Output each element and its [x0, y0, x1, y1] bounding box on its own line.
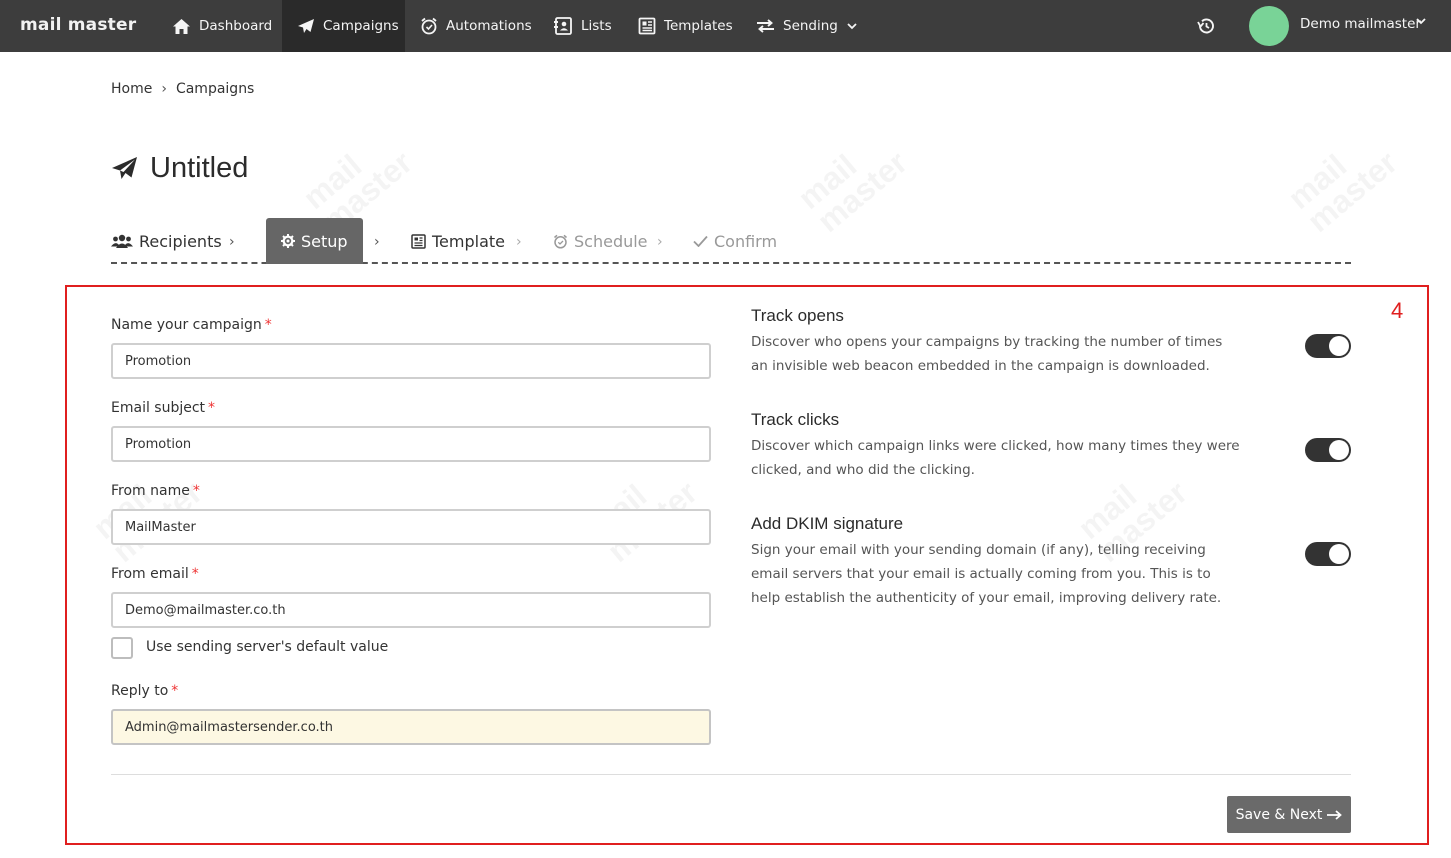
nav-campaigns[interactable]: Campaigns: [282, 0, 405, 52]
nav-lists[interactable]: Lists: [554, 0, 612, 52]
users-icon: [111, 234, 133, 248]
reply-to-input[interactable]: [111, 709, 711, 745]
nav-automations[interactable]: Automations: [420, 0, 532, 52]
nav-sending-label: Sending: [783, 18, 838, 34]
step-recipients-label: Recipients: [139, 231, 222, 251]
nav-sending[interactable]: Sending: [756, 0, 857, 52]
paper-plane-icon: [112, 157, 137, 179]
track-opens-title: Track opens: [751, 306, 844, 325]
step-chevron-icon: ›: [516, 234, 522, 250]
reply-to-label: Reply to *: [111, 683, 179, 699]
from-name-label: From name *: [111, 483, 200, 499]
nav-templates[interactable]: Templates: [638, 0, 733, 52]
dkim-toggle[interactable]: [1305, 542, 1351, 566]
newspaper-icon: [638, 17, 656, 35]
gear-icon: [281, 234, 295, 248]
required-mark: *: [264, 317, 272, 333]
nav-dashboard[interactable]: Dashboard: [172, 0, 272, 52]
form-divider: [111, 774, 1351, 775]
checkmark-icon: [693, 235, 708, 247]
step-recipients[interactable]: Recipients: [111, 218, 222, 264]
track-opens-toggle[interactable]: [1305, 334, 1351, 358]
breadcrumb-home[interactable]: Home: [111, 81, 152, 97]
home-icon: [173, 18, 190, 34]
email-subject-label: Email subject *: [111, 400, 216, 416]
step-chevron-icon: ›: [374, 234, 380, 250]
required-mark: *: [171, 683, 179, 699]
dkim-description: Sign your email with your sending domain…: [751, 542, 1222, 606]
required-mark: *: [208, 400, 216, 416]
step-chevron-icon: ›: [657, 234, 663, 250]
user-menu-name[interactable]: Demo mailmaster: [1300, 16, 1421, 32]
breadcrumb-current[interactable]: Campaigns: [176, 81, 254, 97]
breadcrumb: Home › Campaigns: [111, 81, 254, 97]
address-book-icon: [554, 17, 572, 35]
step-confirm-label: Confirm: [714, 231, 778, 251]
toggle-knob: [1329, 336, 1349, 356]
toggle-knob: [1329, 440, 1349, 460]
save-next-button[interactable]: Save & Next: [1227, 796, 1351, 833]
breadcrumb-separator: ›: [161, 81, 167, 97]
nav-templates-label: Templates: [664, 18, 733, 34]
chevron-down-icon: [847, 22, 857, 29]
track-clicks-toggle[interactable]: [1305, 438, 1351, 462]
step-chevron-icon: ›: [229, 234, 235, 250]
top-navbar: mail master Dashboard Campaigns Automati…: [0, 0, 1451, 52]
app-logo[interactable]: mail master: [20, 15, 136, 35]
newspaper-icon: [411, 233, 426, 249]
campaign-name-label: Name your campaign *: [111, 317, 272, 333]
default-value-checkbox-label[interactable]: Use sending server's default value: [146, 639, 388, 655]
arrow-right-icon: [1327, 809, 1343, 820]
user-chevron-down-icon[interactable]: [1416, 18, 1426, 25]
required-mark: *: [192, 483, 200, 499]
save-next-label: Save & Next: [1235, 806, 1323, 823]
required-mark: *: [191, 566, 199, 582]
step-schedule-label: Schedule: [574, 231, 648, 251]
wizard-steps: Recipients › Setup › Template › Schedule…: [111, 218, 1351, 264]
exchange-arrows-icon: [757, 19, 774, 33]
default-value-checkbox[interactable]: [111, 637, 133, 659]
step-setup[interactable]: Setup: [266, 218, 363, 264]
step-setup-label: Setup: [301, 231, 348, 251]
email-subject-input[interactable]: [111, 426, 711, 462]
step-confirm[interactable]: Confirm: [693, 218, 777, 264]
campaign-name-input[interactable]: [111, 343, 711, 379]
toggle-knob: [1329, 544, 1349, 564]
nav-automations-label: Automations: [446, 18, 532, 34]
nav-campaigns-label: Campaigns: [323, 18, 399, 34]
alarm-clock-icon: [421, 17, 437, 35]
avatar[interactable]: [1249, 6, 1289, 46]
paper-plane-icon: [298, 19, 314, 33]
nav-dashboard-label: Dashboard: [199, 18, 273, 34]
dkim-title: Add DKIM signature: [751, 514, 904, 533]
track-opens-description: Discover who opens your campaigns by tra…: [751, 334, 1223, 374]
step-template[interactable]: Template: [411, 218, 505, 264]
alarm-clock-icon: [554, 234, 567, 249]
nav-lists-label: Lists: [581, 18, 612, 34]
from-email-input[interactable]: [111, 592, 711, 628]
track-clicks-title: Track clicks: [751, 410, 840, 429]
from-name-input[interactable]: [111, 509, 711, 545]
campaign-title: Untitled: [150, 151, 249, 184]
page-title: Untitled: [111, 148, 248, 188]
track-clicks-description: Discover which campaign links were click…: [751, 438, 1240, 478]
history-icon[interactable]: [1195, 15, 1217, 37]
highlight-number: 4: [1391, 298, 1404, 323]
step-schedule[interactable]: Schedule: [553, 218, 648, 264]
from-email-label: From email *: [111, 566, 199, 582]
step-template-label: Template: [432, 231, 506, 251]
